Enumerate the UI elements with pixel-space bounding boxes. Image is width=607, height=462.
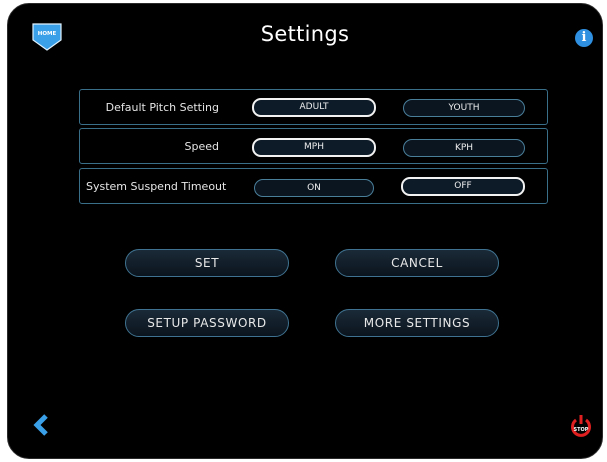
cancel-button[interactable]: CANCEL <box>335 249 499 277</box>
setting-row-speed: Speed MPH KPH <box>79 128 548 164</box>
page-title: Settings <box>260 22 350 46</box>
option-adult-button[interactable]: ADULT <box>252 98 376 117</box>
option-mph-button[interactable]: MPH <box>252 138 376 157</box>
setting-label-pitch: Default Pitch Setting <box>105 101 219 114</box>
setting-label-speed: Speed <box>184 140 219 153</box>
setting-label-suspend: System Suspend Timeout <box>86 180 227 193</box>
stop-label: STOP <box>574 427 589 433</box>
app-screen: HOME Settings i Default Pitch Setting AD… <box>7 3 603 459</box>
option-on-button[interactable]: ON <box>254 179 374 197</box>
option-kph-button[interactable]: KPH <box>403 139 525 157</box>
set-button[interactable]: SET <box>125 249 289 277</box>
more-settings-button[interactable]: MORE SETTINGS <box>335 309 499 337</box>
setting-row-pitch: Default Pitch Setting ADULT YOUTH <box>79 89 548 125</box>
option-youth-button[interactable]: YOUTH <box>403 99 525 117</box>
back-chevron-icon[interactable] <box>33 414 49 436</box>
setup-password-button[interactable]: SETUP PASSWORD <box>125 309 289 337</box>
power-stop-icon[interactable]: STOP <box>570 414 592 438</box>
info-icon[interactable]: i <box>575 29 593 47</box>
option-off-button[interactable]: OFF <box>401 177 525 196</box>
setting-row-suspend: System Suspend Timeout ON OFF <box>79 168 548 204</box>
